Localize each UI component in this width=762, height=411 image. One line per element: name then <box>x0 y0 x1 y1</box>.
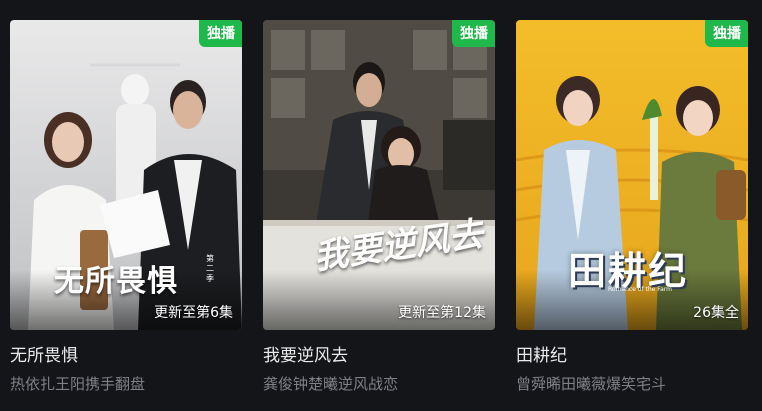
exclusive-badge: 独播 <box>199 20 242 47</box>
drama-poster[interactable]: 田耕纪 Romance of the Farm 独播 26集全 <box>516 20 748 330</box>
poster-english-title: Romance of the Farm <box>608 286 673 293</box>
drama-grid: 无所畏惧 第二季 独播 更新至第6集 无所畏惧 热依扎王阳携手翻盘 我要逆风去 … <box>0 0 762 411</box>
drama-description: 龚俊钟楚曦逆风战恋 <box>263 375 399 393</box>
drama-poster[interactable]: 无所畏惧 第二季 独播 更新至第6集 <box>10 20 242 330</box>
episode-status: 更新至第6集 <box>154 305 233 321</box>
exclusive-badge: 独播 <box>705 20 748 47</box>
drama-description: 热依扎王阳携手翻盘 <box>10 375 146 393</box>
poster-title-logo: 无所畏惧 <box>54 264 178 299</box>
drama-card[interactable]: 我要逆风去 独播 更新至第12集 我要逆风去 龚俊钟楚曦逆风战恋 <box>263 20 495 394</box>
episode-status: 更新至第12集 <box>398 305 486 321</box>
poster-season-label: 第二季 <box>206 254 214 283</box>
drama-card[interactable]: 无所畏惧 第二季 独播 更新至第6集 无所畏惧 热依扎王阳携手翻盘 <box>10 20 242 394</box>
drama-poster[interactable]: 我要逆风去 独播 更新至第12集 <box>263 20 495 330</box>
drama-title[interactable]: 我要逆风去 <box>263 341 495 366</box>
episode-status: 26集全 <box>693 305 739 321</box>
drama-title[interactable]: 无所畏惧 <box>10 341 242 366</box>
drama-title[interactable]: 田耕纪 <box>516 341 748 366</box>
drama-description: 曾舜晞田曦薇爆笑宅斗 <box>516 375 667 393</box>
exclusive-badge: 独播 <box>452 20 495 47</box>
drama-card[interactable]: 田耕纪 Romance of the Farm 独播 26集全 田耕纪 曾舜晞田… <box>516 20 748 394</box>
